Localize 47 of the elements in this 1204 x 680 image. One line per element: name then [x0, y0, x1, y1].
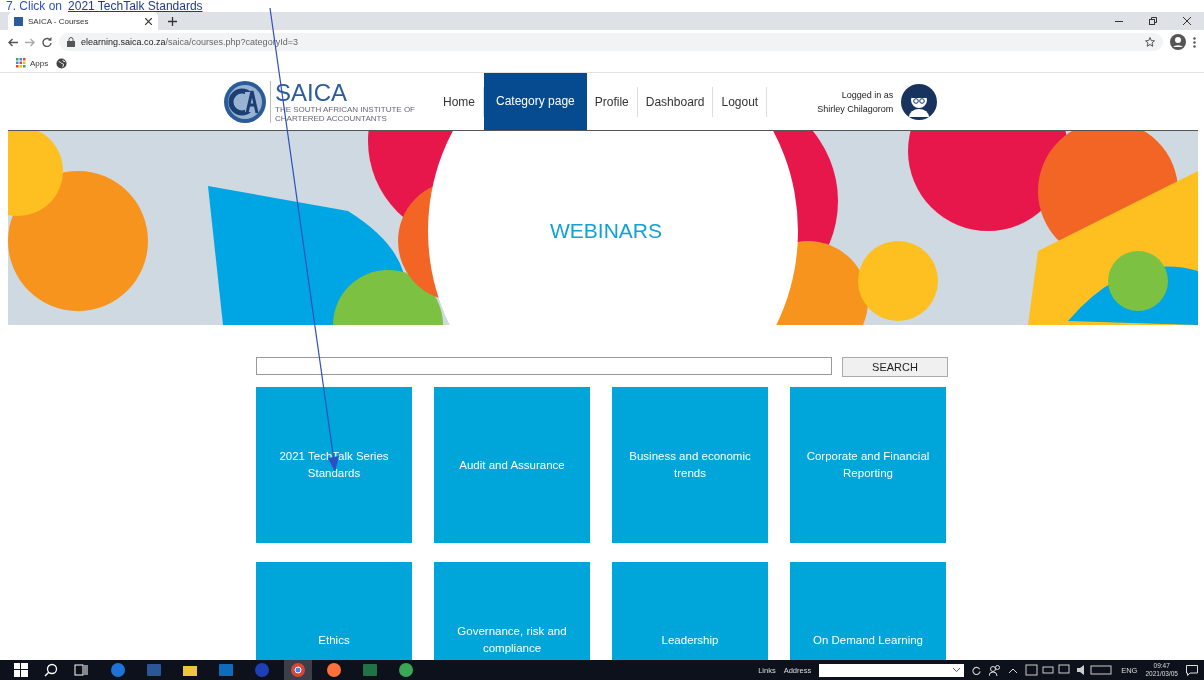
nav-link[interactable]: Category page	[484, 73, 587, 130]
search-field[interactable]	[256, 357, 832, 375]
nav-link[interactable]: Logout	[713, 86, 768, 117]
app-icon	[146, 662, 162, 678]
people-icon[interactable]	[989, 664, 1002, 676]
bookmark-item[interactable]: Apps	[16, 58, 49, 68]
back-icon[interactable]	[8, 37, 18, 47]
browser-tab[interactable]: SAICA - Courses	[8, 12, 158, 30]
app-icon	[290, 662, 306, 678]
app-icon	[110, 662, 126, 678]
banner-title: WEBINARS	[550, 219, 662, 243]
instruction-text: 7. Click on	[6, 0, 63, 12]
close-icon[interactable]	[1183, 17, 1191, 25]
close-tab-icon[interactable]	[145, 17, 152, 25]
lock-icon	[67, 37, 75, 47]
profile-icon[interactable]	[1170, 34, 1186, 50]
minimize-icon[interactable]	[1115, 20, 1123, 22]
app-icon	[398, 662, 414, 678]
app-icon	[362, 662, 378, 678]
nav-link[interactable]: Dashboard	[637, 86, 714, 117]
chevron-up-icon[interactable]	[1009, 667, 1018, 673]
task-view-icon[interactable]	[74, 663, 88, 677]
site-favicon-icon	[14, 16, 23, 26]
restore-icon[interactable]	[1149, 17, 1157, 25]
new-tab-icon[interactable]	[168, 16, 177, 26]
app-icon	[326, 662, 342, 678]
apps-grid-icon	[16, 58, 26, 68]
app-icon	[218, 662, 234, 678]
bookmark-star-icon[interactable]	[1145, 37, 1155, 47]
logged-in-label: Logged in as	[841, 89, 894, 100]
taskbar-address-field[interactable]	[819, 663, 965, 677]
ca-logo-icon	[223, 79, 267, 124]
search-icon[interactable]	[44, 663, 58, 677]
avatar-icon[interactable]	[901, 83, 938, 120]
reload-icon[interactable]	[42, 37, 52, 47]
tab-title: SAICA - Courses	[28, 16, 90, 26]
nav-link[interactable]: Profile	[586, 86, 638, 117]
menu-icon[interactable]	[1193, 36, 1196, 48]
search-button[interactable]: SEARCH	[842, 357, 948, 377]
refresh-icon[interactable]	[972, 665, 982, 675]
notification-icon[interactable]	[1186, 664, 1198, 676]
taskbar-app[interactable]	[284, 660, 312, 680]
user-name: Shirley Chilagorom	[817, 103, 894, 114]
windows-start-icon[interactable]	[14, 663, 28, 677]
dropdown-icon[interactable]	[953, 668, 961, 672]
globe-icon[interactable]	[56, 57, 68, 69]
app-icon	[254, 662, 270, 678]
